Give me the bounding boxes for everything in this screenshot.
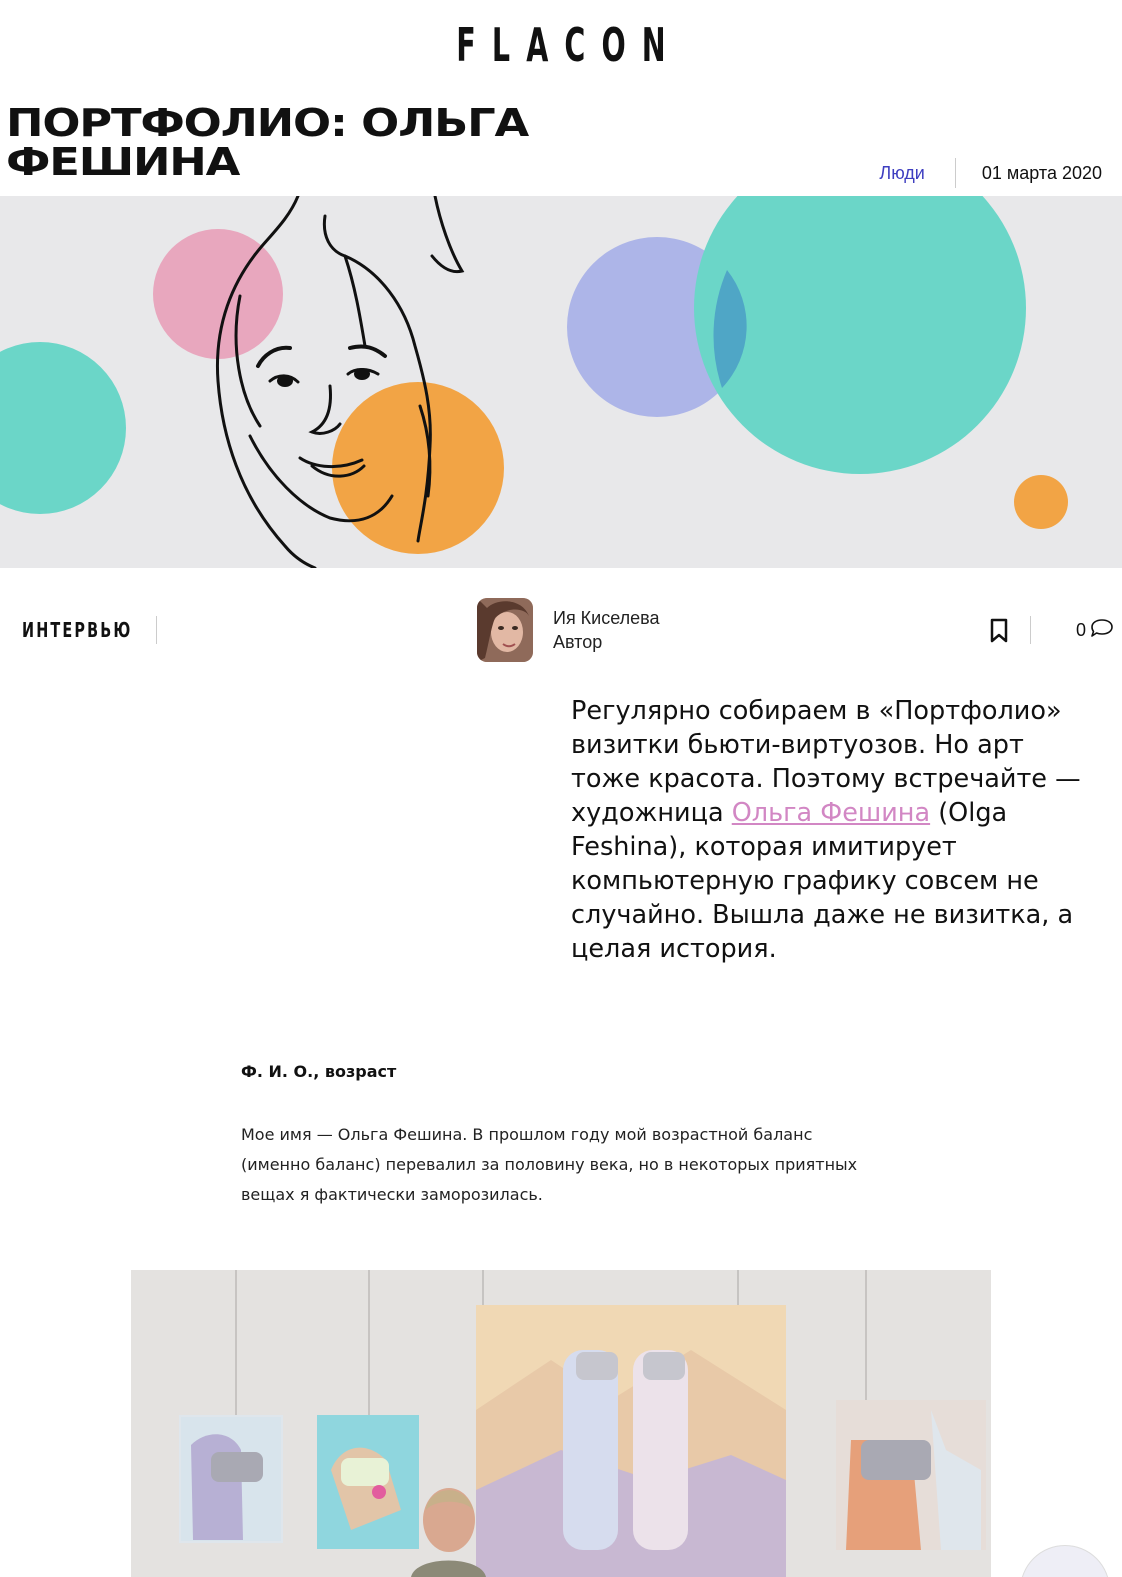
exhibition-photo: [131, 1270, 991, 1577]
rubric-divider: [156, 616, 157, 644]
byline-bar: ИНТЕРВЬЮ Ия Киселева Автор 0: [0, 590, 1122, 670]
article-lead: Регулярно собираем в «Портфолио» визитки…: [571, 694, 1101, 966]
publish-date: 01 марта 2020: [981, 162, 1102, 183]
question-heading: Ф. И. О., возраст: [241, 1062, 397, 1081]
rubric-label[interactable]: ИНТЕРВЬЮ: [22, 618, 132, 642]
category-link[interactable]: Люди: [879, 163, 924, 184]
comments-button[interactable]: 0: [1076, 618, 1114, 643]
author-name[interactable]: Ия Киселева: [553, 608, 660, 629]
answer-text: Мое имя — Ольга Фешина. В прошлом году м…: [241, 1125, 858, 1204]
page-title: Портфолио: Ольга Фешина: [6, 101, 529, 184]
article-meta: Люди 01 марта 2020: [879, 158, 1102, 188]
hero-illustration: [0, 196, 1122, 568]
author-role: Автор: [553, 632, 603, 652]
comment-bubble-icon: [1090, 618, 1114, 643]
artist-link[interactable]: Ольга Фешина: [732, 798, 930, 828]
icon-divider: [1030, 616, 1031, 644]
comments-count: 0: [1076, 620, 1087, 640]
author-avatar[interactable]: [477, 598, 533, 662]
bookmark-icon[interactable]: [988, 618, 1010, 644]
site-logo[interactable]: FLACON: [213, 18, 909, 72]
floating-action-button[interactable]: [1020, 1545, 1110, 1577]
meta-divider: [954, 158, 956, 188]
